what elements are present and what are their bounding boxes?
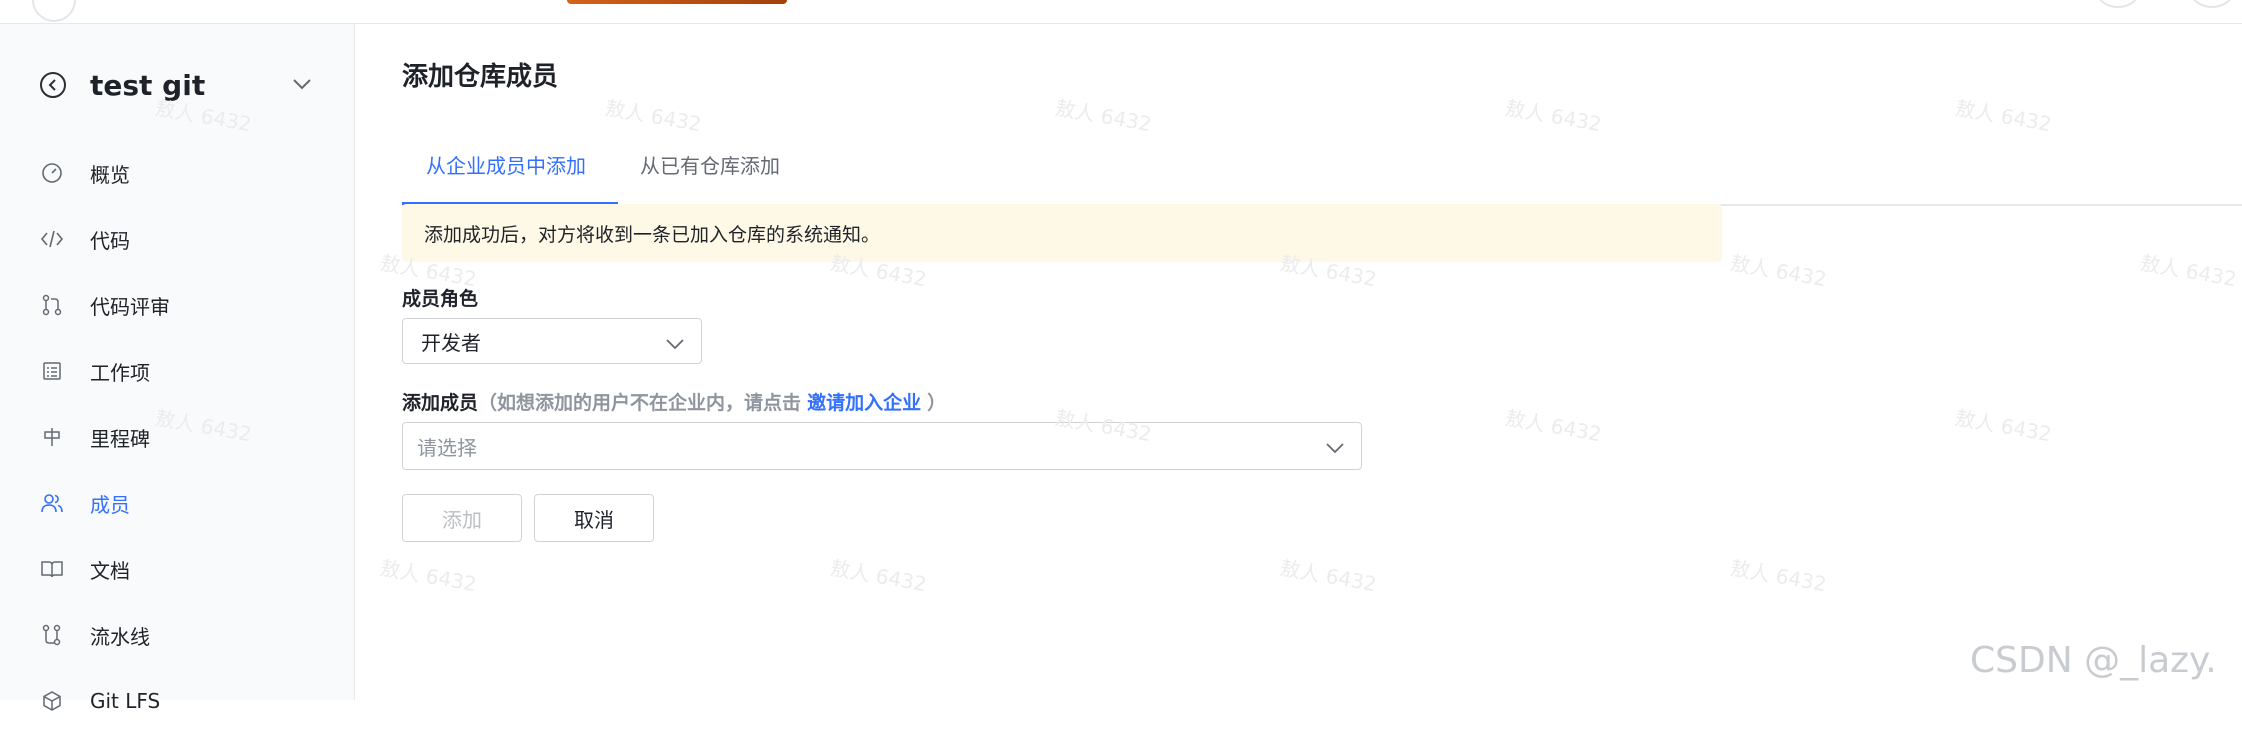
top-banner[interactable]: [567, 0, 787, 4]
sidebar-item-label: 代码: [90, 228, 130, 253]
sidebar-item-pipeline[interactable]: 流水线: [40, 602, 340, 668]
sidebar-item-label: 成员: [90, 492, 130, 517]
sidebar-nav: 概览 代码 代码评审 工作项 里程碑 成员 文档 流水线 Git LFS: [40, 140, 340, 734]
add-button[interactable]: 添加: [402, 494, 522, 542]
top-bar: [0, 0, 2242, 24]
members-icon: [40, 491, 64, 515]
sidebar-item-overview[interactable]: 概览: [40, 140, 340, 206]
role-label: 成员角色: [402, 288, 479, 310]
page-title: 添加仓库成员: [402, 62, 559, 92]
tab-from-enterprise[interactable]: 从企业成员中添加: [426, 150, 586, 205]
user-avatar[interactable]: [32, 0, 76, 22]
notification-icon[interactable]: [2096, 0, 2140, 8]
member-select-placeholder: 请选择: [417, 435, 477, 460]
tab-from-repository[interactable]: 从已有仓库添加: [640, 150, 780, 205]
profile-icon[interactable]: [2190, 0, 2234, 8]
sidebar-item-label: 里程碑: [90, 426, 150, 451]
info-notice: 添加成功后，对方将收到一条已加入仓库的系统通知。: [402, 204, 1722, 262]
sidebar-item-docs[interactable]: 文档: [40, 536, 340, 602]
milestone-icon: [40, 425, 64, 449]
member-select[interactable]: 请选择: [402, 422, 1362, 470]
member-label-text: 添加成员: [402, 392, 479, 414]
sidebar-item-code-review[interactable]: 代码评审: [40, 272, 340, 338]
repo-name: test git: [90, 68, 206, 102]
pipeline-icon: [40, 623, 64, 647]
member-hint-suffix: ）: [927, 392, 947, 414]
sidebar-item-code[interactable]: 代码: [40, 206, 340, 272]
gauge-icon: [40, 161, 64, 185]
repo-header[interactable]: test git: [40, 64, 320, 106]
invite-link[interactable]: 邀请加入企业: [807, 392, 921, 414]
main-content: 添加仓库成员 从企业成员中添加 从已有仓库添加 添加成功后，对方将收到一条已加入…: [402, 24, 2242, 700]
role-select[interactable]: 开发者: [402, 318, 702, 364]
sidebar-item-members[interactable]: 成员: [40, 470, 340, 536]
code-icon: [40, 227, 64, 251]
csdn-watermark: CSDN @_lazy.: [1970, 640, 2217, 681]
tab-bar: 从企业成员中添加 从已有仓库添加: [402, 128, 2242, 206]
sidebar-item-label: Git LFS: [90, 689, 161, 713]
sidebar: test git 概览 代码 代码评审 工作项 里程碑 成员 文档 流水线 Gi…: [0, 24, 355, 713]
book-icon: [40, 557, 64, 581]
role-select-value: 开发者: [421, 330, 481, 355]
member-hint-prefix: （如想添加的用户不在企业内，请点击: [478, 392, 802, 414]
sidebar-item-label: 工作项: [90, 360, 150, 385]
chevron-down-icon: [665, 332, 685, 356]
sidebar-item-label: 代码评审: [90, 294, 170, 319]
package-icon: [40, 689, 64, 713]
cancel-button[interactable]: 取消: [534, 494, 654, 542]
member-label: 添加成员（如想添加的用户不在企业内，请点击 邀请加入企业 ）: [402, 388, 946, 415]
sidebar-item-label: 文档: [90, 558, 130, 583]
chevron-down-icon: [1325, 436, 1345, 460]
task-list-icon: [40, 359, 64, 383]
back-icon[interactable]: [40, 72, 66, 98]
sidebar-item-label: 流水线: [90, 624, 150, 649]
sidebar-item-label: 概览: [90, 162, 130, 187]
pull-request-icon: [40, 293, 64, 317]
sidebar-item-work-items[interactable]: 工作项: [40, 338, 340, 404]
sidebar-item-milestones[interactable]: 里程碑: [40, 404, 340, 470]
chevron-down-icon[interactable]: [292, 76, 312, 95]
sidebar-item-git-lfs[interactable]: Git LFS: [40, 668, 340, 734]
